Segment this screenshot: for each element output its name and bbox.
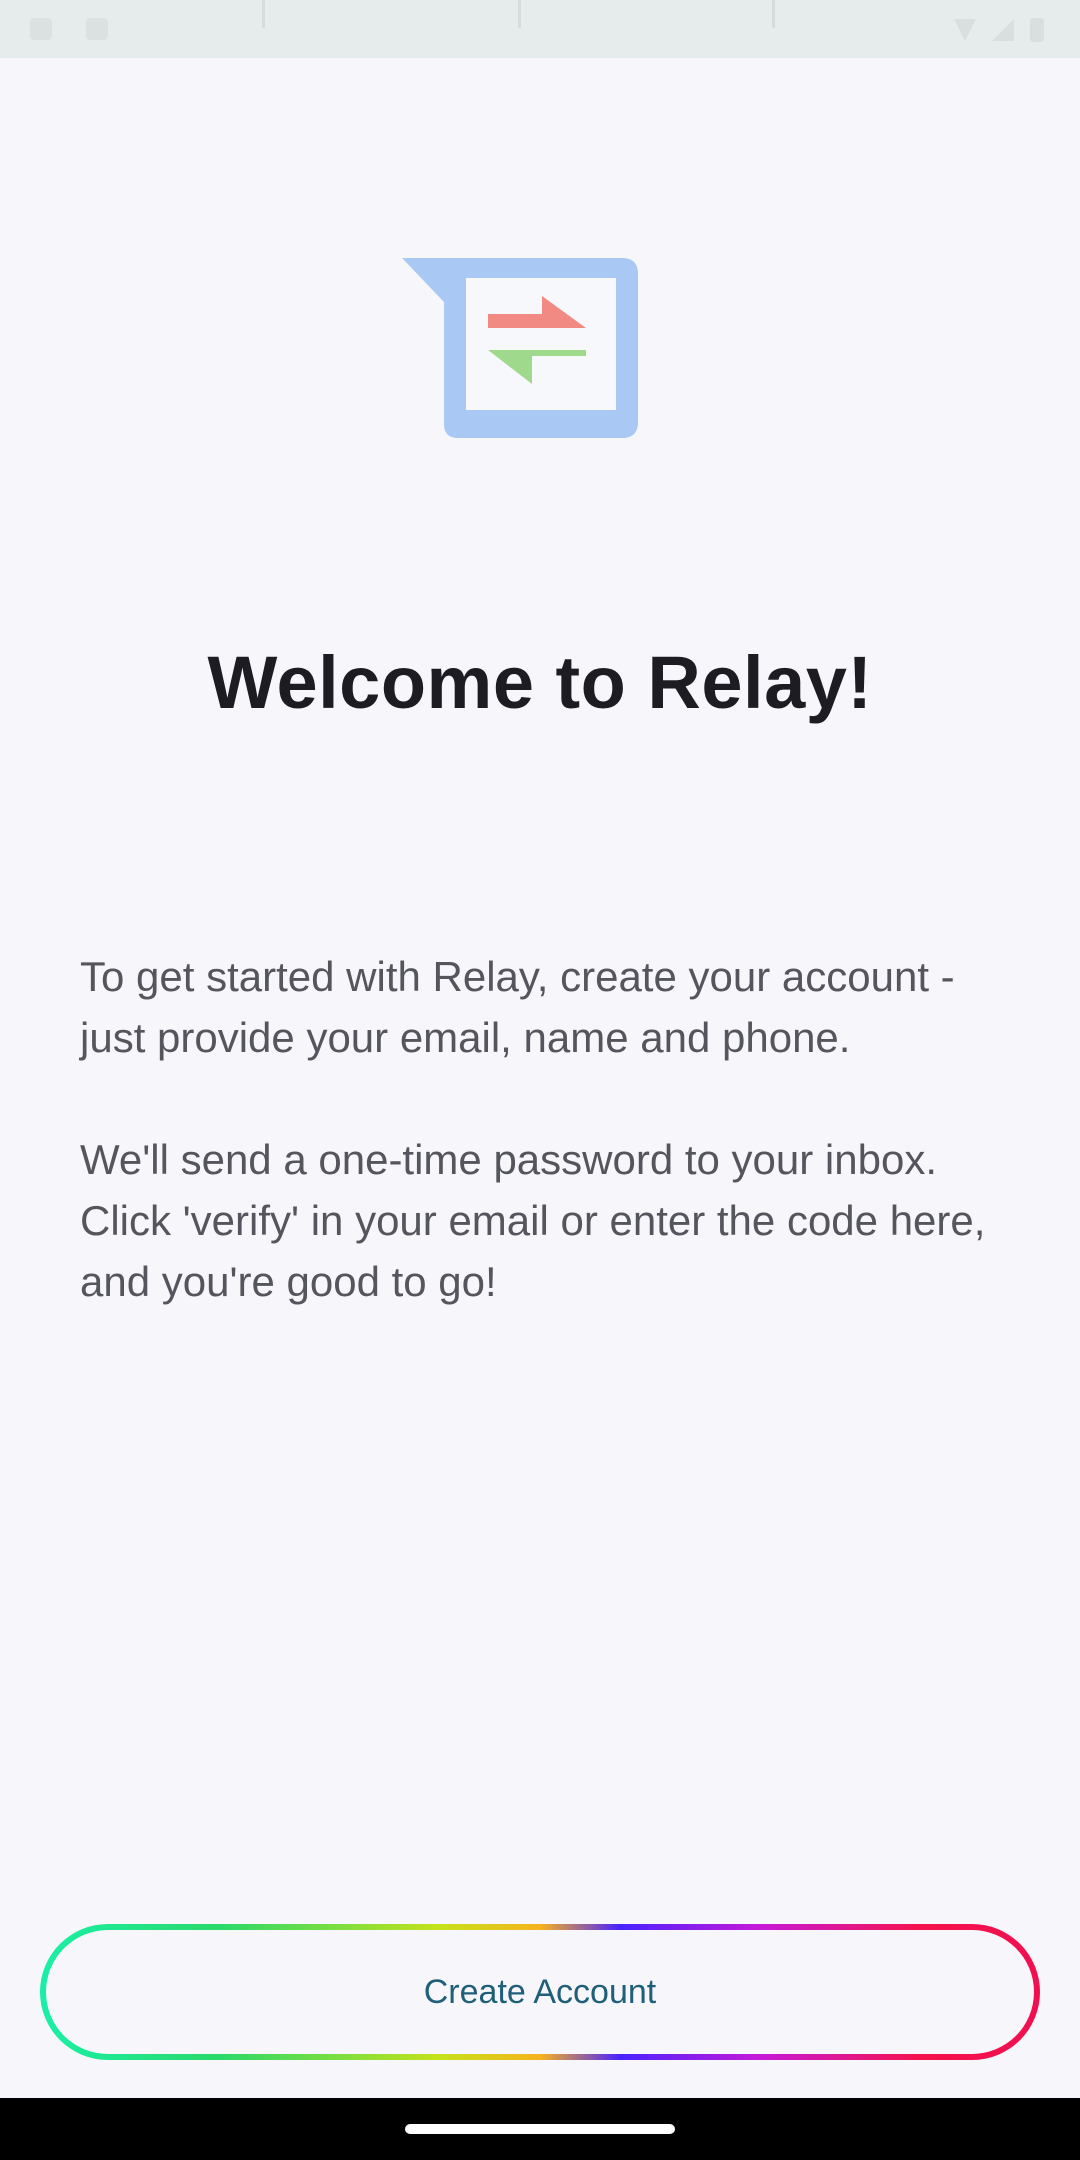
status-divider [772,0,775,28]
battery-icon [1030,18,1044,42]
intro-text: To get started with Relay, create your a… [80,946,1010,1312]
welcome-screen: Welcome to Relay! To get started with Re… [0,0,1080,2160]
intro-paragraph: To get started with Relay, create your a… [80,953,955,1061]
status-right-icons [954,18,1044,42]
intro-paragraph: We'll send a one-time password to your i… [80,1136,986,1305]
status-divider [518,0,521,28]
status-divider [262,0,265,28]
relay-logo-icon [402,258,638,438]
status-left-icons [30,18,108,40]
signal-icon [992,19,1014,41]
create-account-button-border: Create Account [40,1924,1040,2060]
create-account-button[interactable]: Create Account [46,1930,1034,2054]
home-handle[interactable] [405,2124,675,2134]
status-bar [0,0,1080,58]
wifi-icon [954,19,976,41]
notification-icon [86,18,108,40]
page-title: Welcome to Relay! [207,641,873,724]
notification-icon [30,18,52,40]
